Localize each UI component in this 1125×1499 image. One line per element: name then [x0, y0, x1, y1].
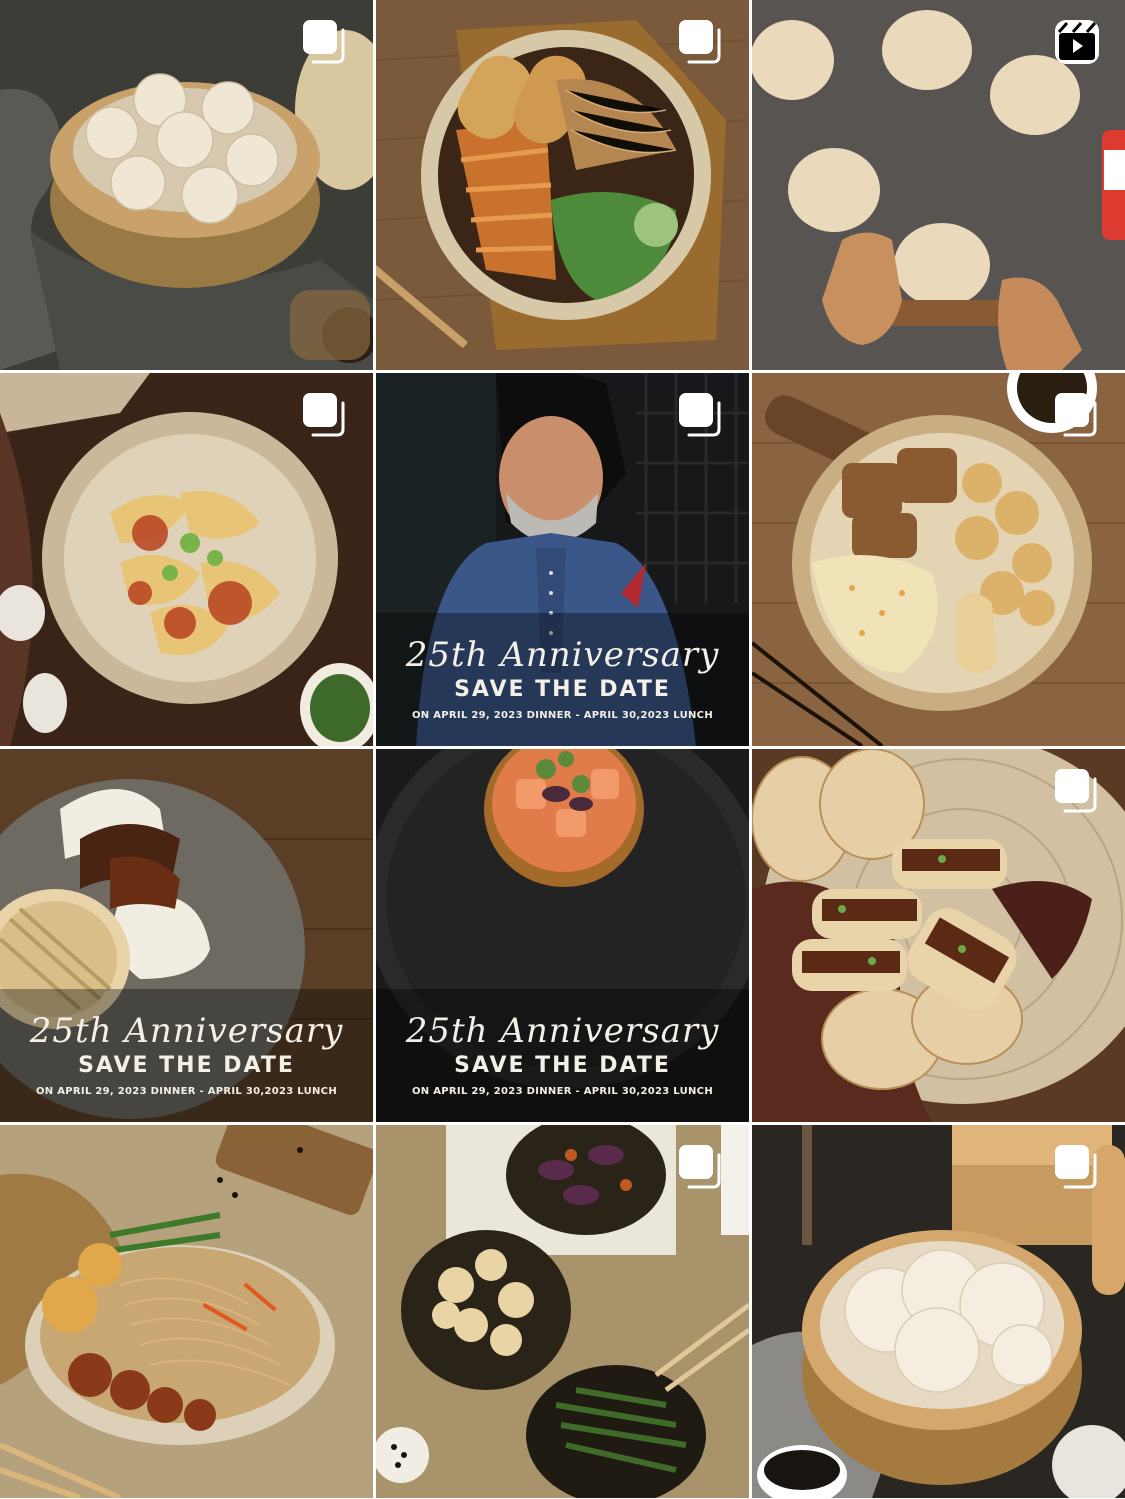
carousel-icon — [303, 393, 345, 437]
anniversary-overlay: 25th Anniversary SAVE THE DATE ON APRIL … — [0, 1011, 373, 1097]
post-tile[interactable] — [752, 0, 1125, 370]
post-tile[interactable] — [752, 1125, 1125, 1498]
carousel-icon — [679, 393, 721, 437]
anniversary-title: 25th Anniversary — [29, 1011, 344, 1051]
post-tile[interactable] — [752, 373, 1125, 746]
post-tile[interactable] — [0, 0, 373, 370]
post-tile[interactable] — [752, 749, 1125, 1122]
anniversary-title: 25th Anniversary — [405, 1011, 720, 1051]
carousel-icon — [679, 20, 721, 64]
carousel-icon — [1055, 393, 1097, 437]
post-image — [0, 1125, 373, 1498]
post-tile[interactable]: 25th Anniversary SAVE THE DATE ON APRIL … — [0, 749, 373, 1122]
anniversary-overlay: 25th Anniversary SAVE THE DATE ON APRIL … — [376, 635, 749, 721]
carousel-icon — [1055, 769, 1097, 813]
post-tile[interactable]: 25th Anniversary SAVE THE DATE ON APRIL … — [376, 749, 749, 1122]
event-dates: ON APRIL 29, 2023 DINNER - APRIL 30,2023… — [36, 1086, 337, 1097]
anniversary-title: 25th Anniversary — [405, 635, 720, 675]
reels-icon — [1055, 20, 1099, 64]
event-dates: ON APRIL 29, 2023 DINNER - APRIL 30,2023… — [412, 710, 713, 721]
anniversary-overlay: 25th Anniversary SAVE THE DATE ON APRIL … — [376, 1011, 749, 1097]
post-tile[interactable] — [0, 373, 373, 746]
carousel-icon — [303, 20, 345, 64]
post-tile[interactable]: 25th Anniversary SAVE THE DATE ON APRIL … — [376, 373, 749, 746]
post-grid: 25th Anniversary SAVE THE DATE ON APRIL … — [0, 0, 1125, 1499]
save-the-date-heading: SAVE THE DATE — [78, 1053, 295, 1078]
carousel-icon — [679, 1145, 721, 1189]
save-the-date-heading: SAVE THE DATE — [454, 677, 671, 702]
event-dates: ON APRIL 29, 2023 DINNER - APRIL 30,2023… — [412, 1086, 713, 1097]
save-the-date-heading: SAVE THE DATE — [454, 1053, 671, 1078]
carousel-icon — [1055, 1145, 1097, 1189]
post-tile[interactable] — [376, 0, 749, 370]
post-tile[interactable] — [376, 1125, 749, 1498]
post-tile[interactable] — [0, 1125, 373, 1498]
